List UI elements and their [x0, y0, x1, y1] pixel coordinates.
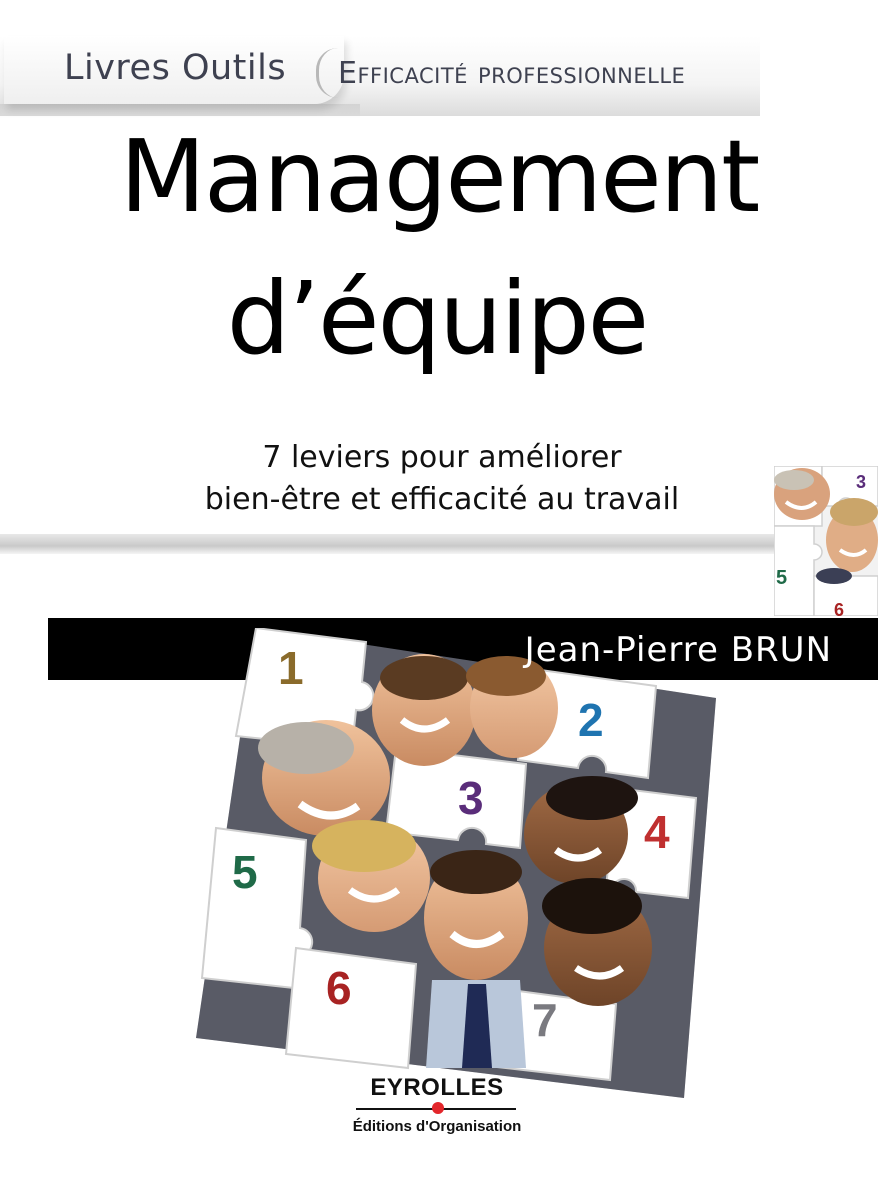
book-title-line-2: d’équipe [226, 260, 649, 377]
puzzle-number-5: 5 [232, 846, 258, 898]
book-subtitle-line-1: 7 leviers pour améliorer [262, 440, 622, 475]
corner-puzzle-illustration: 3 5 6 [774, 466, 878, 616]
series-name: Livres Outils [64, 48, 287, 88]
book-subtitle-line-2: bien-être et efficacité au travail [204, 482, 680, 517]
main-puzzle-photo: 1 2 3 4 5 6 7 [196, 626, 716, 1098]
puzzle-number-1: 1 [278, 642, 304, 694]
publisher-logo-dot [432, 1102, 444, 1114]
puzzle-number-2: 2 [578, 694, 604, 746]
book-title-line-1: Management [119, 118, 761, 235]
corner-number-3: 3 [856, 472, 866, 492]
puzzle-number-4: 4 [644, 806, 670, 858]
corner-puzzle-photo: 3 5 6 [774, 466, 878, 616]
publisher-logo-name: EYROLLES [370, 1074, 504, 1101]
puzzle-number-6: 6 [326, 962, 352, 1014]
author-name: Jean-Pierre BRUN [524, 630, 832, 670]
puzzle-people-illustration: 1 2 3 4 5 6 7 [196, 626, 716, 1098]
corner-number-6: 6 [834, 600, 844, 616]
series-banner-shadow [0, 104, 360, 118]
publisher-imprint: Éditions d'Organisation [352, 1118, 522, 1135]
puzzle-number-7: 7 [532, 994, 558, 1046]
subtitle-band [0, 534, 790, 554]
corner-number-5: 5 [776, 567, 787, 589]
puzzle-number-3: 3 [458, 772, 484, 824]
series-collection: Efficacité professionnelle [338, 56, 686, 91]
